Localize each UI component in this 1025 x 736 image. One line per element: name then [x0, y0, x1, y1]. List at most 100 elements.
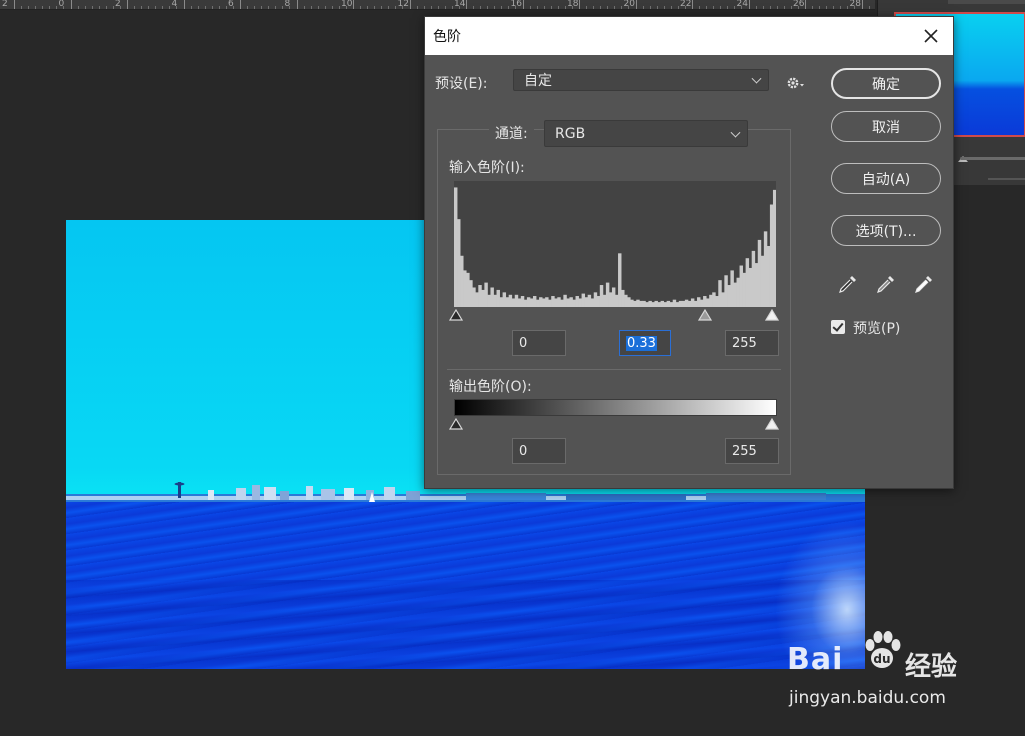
histogram-bar: [539, 297, 543, 307]
gear-icon[interactable]: [785, 73, 807, 93]
ruler-minor-tick: [338, 6, 340, 9]
histogram-bar: [633, 300, 637, 307]
input-black-handle[interactable]: [449, 309, 463, 321]
histogram-bar: [669, 302, 674, 307]
black-point-eyedropper-icon[interactable]: [837, 273, 859, 295]
ruler-minor-tick: [529, 6, 531, 9]
histogram-bar: [508, 294, 513, 307]
histogram-bar: [593, 292, 598, 307]
white-point-eyedropper-icon[interactable]: [913, 273, 935, 295]
histogram-bar: [693, 300, 698, 307]
ruler-minor-tick: [331, 6, 333, 9]
histogram-bar: [536, 299, 540, 307]
ruler-number: 16: [510, 0, 522, 9]
preset-dropdown[interactable]: 自定: [513, 69, 769, 91]
close-icon[interactable]: [919, 24, 943, 48]
ruler-minor-tick: [776, 6, 778, 9]
output-white-value: 255: [732, 443, 757, 459]
ruler-tick: [127, 0, 128, 9]
ruler-minor-tick: [190, 6, 192, 9]
histogram-bar: [584, 297, 589, 307]
ruler-number: 22: [680, 0, 692, 9]
auto-button[interactable]: 自动(A): [831, 163, 941, 194]
ruler-minor-tick: [381, 6, 383, 9]
histogram-bar: [712, 292, 716, 307]
ruler-minor-tick: [84, 6, 86, 9]
ruler-minor-tick: [487, 6, 489, 9]
input-white-handle[interactable]: [765, 309, 779, 321]
histogram-bar: [545, 297, 549, 307]
histogram-bar: [505, 297, 510, 307]
cancel-button[interactable]: 取消: [831, 111, 941, 142]
histogram-bar: [499, 297, 504, 307]
ruler-minor-tick: [656, 6, 658, 9]
input-black-field[interactable]: 0: [512, 330, 566, 356]
histogram-bar: [715, 296, 719, 307]
ruler-tick: [70, 0, 72, 9]
output-black-handle[interactable]: [449, 418, 463, 430]
channel-dropdown[interactable]: RGB: [544, 120, 748, 147]
dialog-titlebar[interactable]: 色阶: [425, 17, 953, 55]
histogram-bar: [690, 298, 695, 307]
ruler-number: 2: [2, 0, 8, 9]
histogram-bar: [481, 289, 485, 307]
output-black-field[interactable]: 0: [512, 438, 566, 464]
ruler-number: 6: [228, 0, 234, 9]
ruler-minor-tick: [395, 6, 397, 9]
ruler-tick: [748, 0, 750, 9]
watermark-url: jingyan.baidu.com: [789, 688, 946, 708]
output-white-field[interactable]: 255: [725, 438, 779, 464]
channel-label: 通道:: [489, 123, 534, 143]
ruler-tick: [296, 0, 298, 9]
input-gamma-handle[interactable]: [698, 309, 713, 321]
ruler-minor-tick: [21, 6, 23, 9]
histogram-bar: [642, 300, 646, 307]
histogram-bar: [675, 302, 680, 307]
histogram-bar: [681, 300, 686, 307]
input-gamma-field[interactable]: 0.33: [619, 330, 671, 356]
histogram-bar: [666, 300, 671, 307]
ruler-minor-tick: [444, 6, 446, 9]
histogram-bar: [517, 298, 522, 307]
preview-checkbox[interactable]: [831, 320, 845, 334]
input-levels-slider[interactable]: [449, 309, 783, 321]
histogram-bar: [520, 296, 525, 307]
options-button[interactable]: 选项(T)...: [831, 215, 941, 246]
svg-text:du: du: [873, 652, 890, 666]
histogram-bar: [742, 272, 747, 307]
ruler-minor-tick: [282, 6, 284, 9]
ruler-minor-tick: [56, 6, 58, 9]
ruler-tick: [579, 0, 580, 9]
ok-button[interactable]: 确定: [831, 68, 941, 99]
ruler-minor-tick: [197, 6, 199, 9]
output-white-handle[interactable]: [765, 418, 779, 430]
ruler-minor-tick: [77, 6, 79, 9]
ruler-tick: [14, 0, 15, 9]
ruler-minor-tick: [275, 6, 277, 9]
ruler-minor-tick: [557, 6, 559, 9]
ruler-minor-tick: [734, 6, 736, 9]
histogram-bar: [721, 292, 725, 307]
zoom-slider[interactable]: [960, 157, 1025, 160]
histogram-bar: [754, 263, 759, 307]
ruler-minor-tick: [536, 6, 538, 9]
input-white-field[interactable]: 255: [725, 330, 779, 356]
output-levels-slider[interactable]: [449, 418, 783, 430]
histogram-bar: [757, 239, 762, 307]
histogram-bar: [739, 265, 743, 307]
histogram-bar: [587, 294, 592, 307]
ruler-minor-tick: [769, 6, 771, 9]
histogram-bar: [599, 285, 604, 307]
histogram-chart: [454, 187, 776, 307]
panel-header-bar: [948, 0, 1025, 4]
ruler-minor-tick: [268, 6, 270, 9]
ruler-minor-tick: [550, 6, 552, 9]
gray-point-eyedropper-icon[interactable]: [875, 273, 897, 295]
levels-dialog: 色阶 预设(E): 自定 确定 取消 自动(A) 选项(T)... 预览(P) …: [424, 16, 954, 489]
histogram-bar: [578, 298, 582, 307]
histogram-bar: [466, 272, 470, 307]
output-gradient-bar: [454, 399, 777, 416]
ruler-minor-tick: [614, 6, 616, 9]
ruler-minor-tick: [508, 6, 510, 9]
ruler-number: 10: [341, 0, 353, 9]
